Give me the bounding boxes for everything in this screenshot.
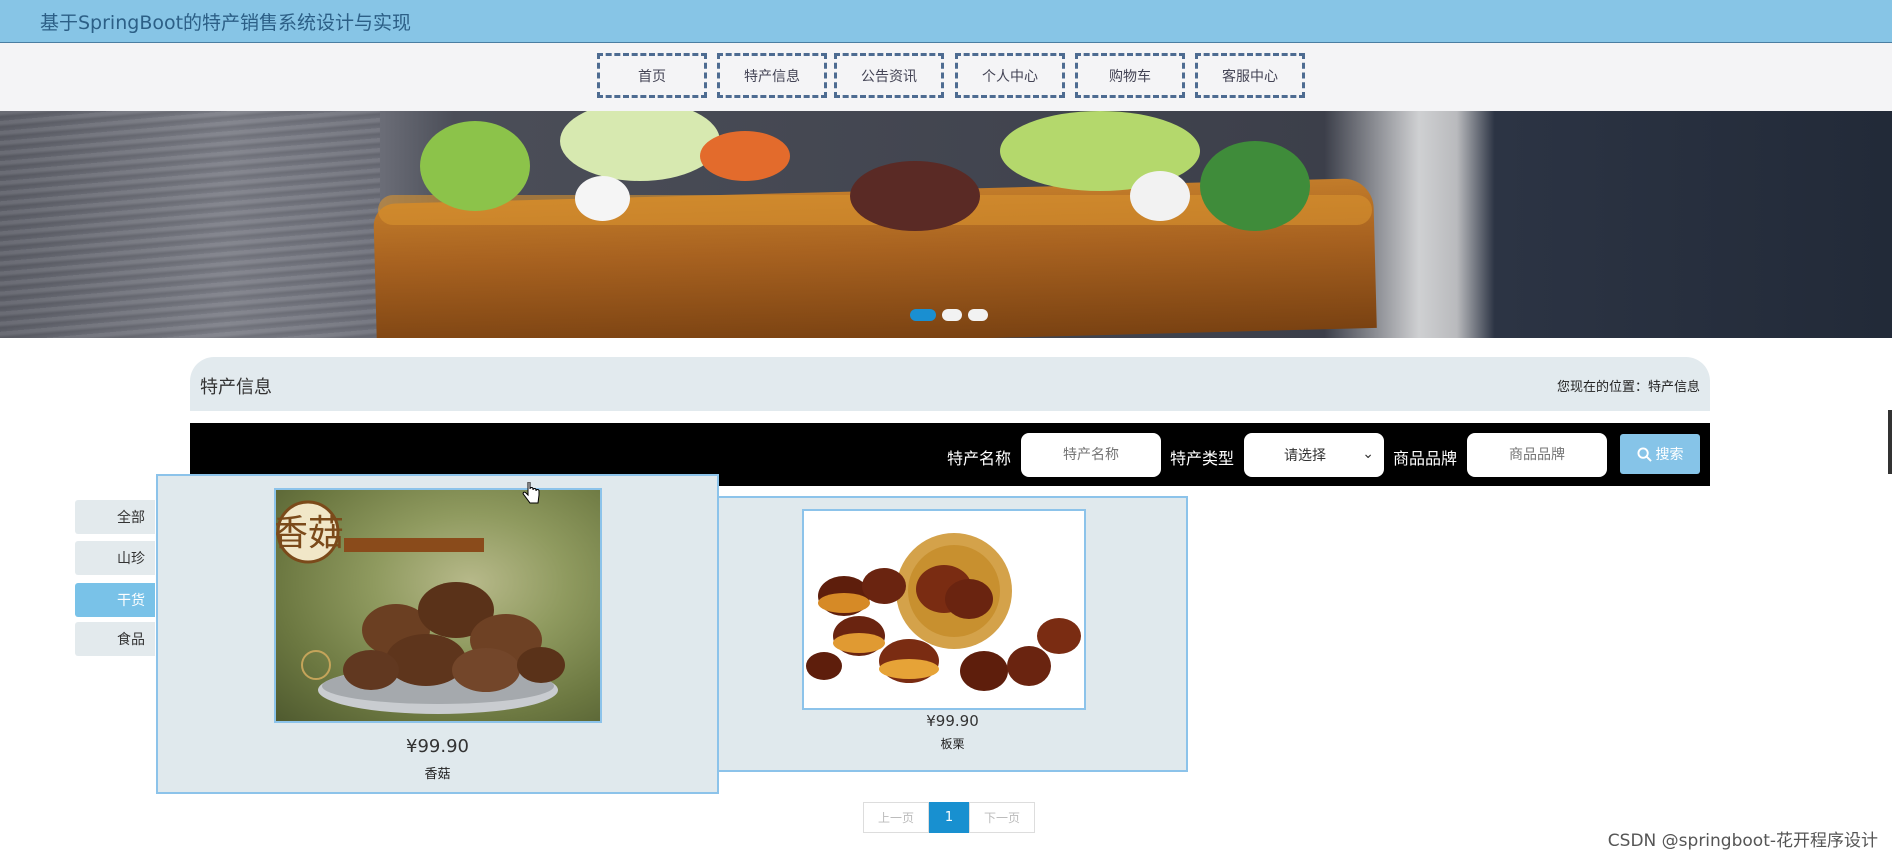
prev-page-button[interactable]: 上一页 (863, 802, 929, 833)
search-button[interactable]: 搜索 (1620, 434, 1700, 474)
nav-item-cart[interactable]: 购物车 (1075, 53, 1185, 98)
title-bar: 基于SpringBoot的特产销售系统设计与实现 (0, 0, 1892, 43)
section-header: 特产信息 您现在的位置：特产信息 (190, 357, 1710, 411)
type-label: 特产类型 (1170, 449, 1235, 468)
breadcrumb-current: 特产信息 (1647, 380, 1700, 395)
nav-item-products[interactable]: 特产信息 (717, 53, 827, 98)
category-dried[interactable]: 干货 (75, 583, 155, 617)
scrollbar-edge[interactable] (1888, 410, 1892, 474)
nav-item-profile[interactable]: 个人中心 (955, 53, 1065, 98)
product-image-mushroom[interactable]: 香菇 (274, 488, 602, 723)
carousel-dot-3[interactable] (968, 309, 988, 321)
banner-image-greens (560, 111, 720, 181)
banner-image-greens (1200, 141, 1310, 231)
chevron-down-icon: ⌄ (1362, 446, 1374, 462)
banner-carousel[interactable] (0, 111, 1892, 338)
type-select-value: 请选择 (1284, 448, 1326, 464)
hand-cursor-icon (522, 482, 540, 504)
page-1-button[interactable]: 1 (929, 802, 969, 833)
name-input[interactable] (1021, 433, 1161, 477)
nav-item-support[interactable]: 客服中心 (1195, 53, 1305, 98)
breadcrumb-label: 您现在的位置： (1556, 380, 1648, 395)
carousel-dots (910, 309, 988, 321)
banner-image-greens (850, 161, 980, 231)
banner-image-greens (420, 121, 530, 211)
app-root: 基于SpringBoot的特产销售系统设计与实现 首页 特产信息 公告资讯 个人… (0, 0, 1892, 859)
banner-image-greens (575, 176, 630, 221)
pagination: 上一页 1 下一页 (863, 802, 1035, 833)
breadcrumb: 您现在的位置：特产信息 (1557, 376, 1700, 395)
brand-label: 商品品牌 (1393, 449, 1458, 468)
nav-item-home[interactable]: 首页 (597, 53, 707, 98)
carousel-dot-2[interactable] (942, 309, 962, 321)
next-page-button[interactable]: 下一页 (969, 802, 1035, 833)
product-price: ¥99.90 (926, 712, 979, 730)
category-all[interactable]: 全部 (75, 500, 155, 534)
brand-input[interactable] (1467, 433, 1607, 477)
mushroom-image-text: 香菇 (276, 513, 344, 554)
watermark: CSDN @springboot-花开程序设计 (1607, 831, 1878, 851)
page-title: 基于SpringBoot的特产销售系统设计与实现 (40, 12, 412, 34)
product-image-chestnut[interactable] (802, 509, 1086, 710)
product-card-mushroom[interactable]: 香菇 ¥99.90 香菇 (156, 474, 719, 794)
banner-image-greens (1130, 171, 1190, 221)
mushroom-image: 香菇 (276, 500, 565, 714)
product-price: ¥99.90 (406, 736, 469, 757)
product-name: 香菇 (424, 767, 451, 782)
carousel-dot-1[interactable] (910, 309, 936, 321)
banner-image-wood (0, 111, 380, 338)
banner-image-greens (700, 131, 790, 181)
search-button-label: 搜索 (1655, 447, 1684, 463)
category-food[interactable]: 食品 (75, 622, 155, 656)
nav-item-news[interactable]: 公告资讯 (834, 53, 944, 98)
product-name: 板栗 (940, 737, 965, 751)
product-card-chestnut[interactable]: ¥99.90 板栗 (717, 496, 1188, 772)
type-select[interactable]: 请选择 ⌄ (1244, 433, 1384, 477)
category-mountain[interactable]: 山珍 (75, 541, 155, 575)
search-icon (1636, 446, 1652, 462)
chestnut-image (806, 533, 1081, 691)
name-label: 特产名称 (947, 449, 1012, 468)
section-title: 特产信息 (200, 377, 272, 398)
main-nav: 首页 特产信息 公告资讯 个人中心 购物车 客服中心 (0, 43, 1892, 111)
